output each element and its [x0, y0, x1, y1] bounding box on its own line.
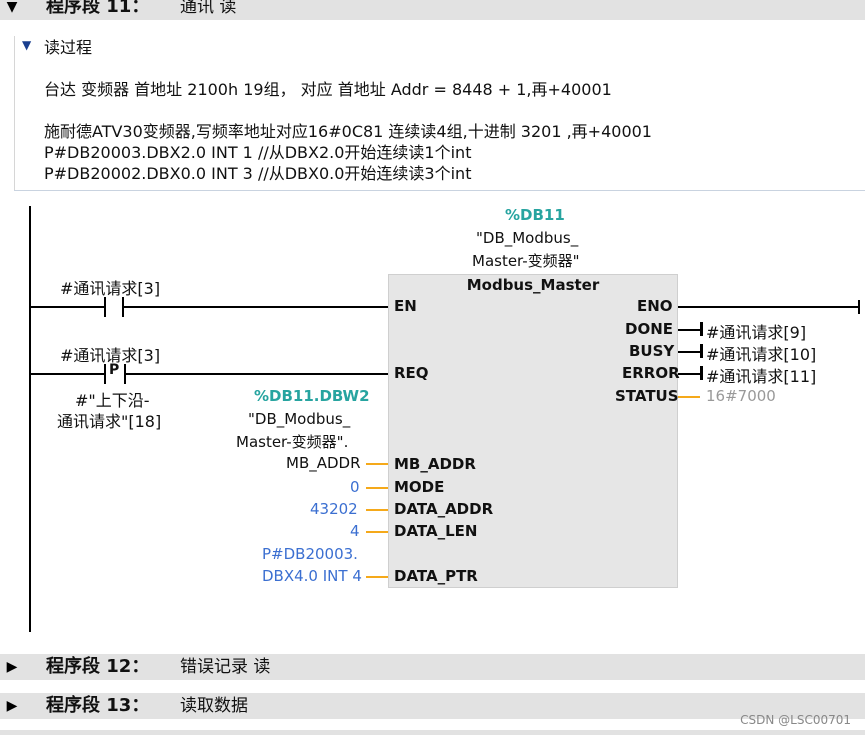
p-contact-label: P: [109, 362, 120, 378]
comment-line-4: P#DB20002.DBX0.0 INT 3 //从DBX0.0开始连续读3个i…: [44, 164, 472, 183]
status-wire: [678, 396, 700, 398]
instance-db[interactable]: %DB11: [505, 206, 565, 224]
mb-addr-db-address[interactable]: %DB11.DBW2: [254, 387, 370, 405]
network-11-title: 通讯 读: [180, 0, 237, 17]
collapse-arrow-icon[interactable]: ▼: [0, 0, 24, 20]
status-value[interactable]: 16#7000: [706, 387, 776, 405]
network-13-label: 程序段 13：: [46, 695, 150, 716]
network-11-header[interactable]: ▼ 程序段 11： 通讯 读: [0, 0, 865, 20]
eno-wire-end: [858, 300, 860, 314]
en-rung-wire-right: [124, 306, 388, 308]
network-12-title: 错误记录 读: [180, 657, 271, 677]
expand-arrow-icon[interactable]: ▶: [0, 654, 24, 680]
pin-en: EN: [394, 297, 417, 315]
en-contact-tag[interactable]: #通讯请求[3]: [60, 275, 160, 299]
data-ptr-line-2[interactable]: DBX4.0 INT 4: [262, 567, 362, 585]
mb-addr-name-line-2[interactable]: Master-变频器".: [236, 431, 348, 452]
network-13-header[interactable]: ▶ 程序段 13： 读取数据: [0, 693, 865, 719]
pin-data-ptr: DATA_PTR: [394, 567, 478, 585]
req-rung-wire-left: [31, 373, 104, 375]
busy-output-marker: [700, 344, 703, 358]
next-network-header-edge: [0, 730, 865, 735]
pin-mode: MODE: [394, 478, 445, 496]
power-rail: [29, 206, 31, 632]
pin-data-len: DATA_LEN: [394, 522, 478, 540]
pin-eno: ENO: [637, 297, 673, 315]
en-contact-left-bar[interactable]: [104, 297, 106, 317]
mb-addr-name-line-1[interactable]: "DB_Modbus_: [248, 410, 350, 428]
network-11-label: 程序段 11：: [46, 0, 150, 17]
expand-arrow-icon[interactable]: ▶: [0, 693, 24, 719]
mb-addr-wire: [366, 463, 388, 465]
pin-req: REQ: [394, 364, 429, 382]
comment-line-1: 台达 变频器 首地址 2100h 19组， 对应 首地址 Addr = 8448…: [44, 80, 612, 99]
error-wire: [678, 373, 700, 375]
comment-collapse-icon[interactable]: ▼: [22, 38, 31, 52]
data-addr-wire: [366, 509, 388, 511]
network-12-label: 程序段 12：: [46, 656, 150, 677]
pin-busy: BUSY: [629, 342, 675, 360]
en-rung-wire-left: [31, 306, 104, 308]
error-tag[interactable]: #通讯请求[11]: [706, 363, 816, 387]
data-addr-value[interactable]: 43202: [310, 500, 358, 518]
mb-addr-name-line-3[interactable]: MB_ADDR: [286, 454, 361, 472]
eno-wire: [678, 306, 860, 308]
comment-heading: 读过程: [44, 38, 93, 57]
data-len-wire: [366, 531, 388, 533]
mode-wire: [366, 487, 388, 489]
done-output-marker: [700, 322, 703, 336]
p-contact-left-bar[interactable]: [104, 364, 106, 384]
done-wire: [678, 329, 700, 331]
network-12-header[interactable]: ▶ 程序段 12： 错误记录 读: [0, 654, 865, 680]
done-tag[interactable]: #通讯请求[9]: [706, 319, 806, 343]
pin-data-addr: DATA_ADDR: [394, 500, 494, 518]
data-ptr-line-1[interactable]: P#DB20003.: [262, 545, 358, 563]
pin-status: STATUS: [615, 387, 679, 405]
watermark: CSDN @LSC00701: [740, 713, 851, 727]
instance-name-line-1: "DB_Modbus_: [476, 229, 579, 247]
comment-divider: [14, 190, 865, 191]
pin-done: DONE: [625, 320, 674, 338]
block-type-title: Modbus_Master: [466, 276, 600, 294]
req-rung-wire-right: [126, 373, 388, 375]
data-ptr-wire: [366, 576, 388, 578]
network-13-title: 读取数据: [180, 696, 248, 716]
pin-mb-addr: MB_ADDR: [394, 455, 476, 473]
mode-value[interactable]: 0: [350, 478, 360, 496]
data-len-value[interactable]: 4: [350, 522, 360, 540]
instance-name-line-2: Master-变频器": [472, 252, 580, 270]
pin-error: ERROR: [622, 364, 680, 382]
error-output-marker: [700, 366, 703, 380]
busy-tag[interactable]: #通讯请求[10]: [706, 341, 816, 365]
edge-tag-line-2[interactable]: 通讯请求"[18]: [57, 408, 161, 432]
busy-wire: [678, 351, 700, 353]
